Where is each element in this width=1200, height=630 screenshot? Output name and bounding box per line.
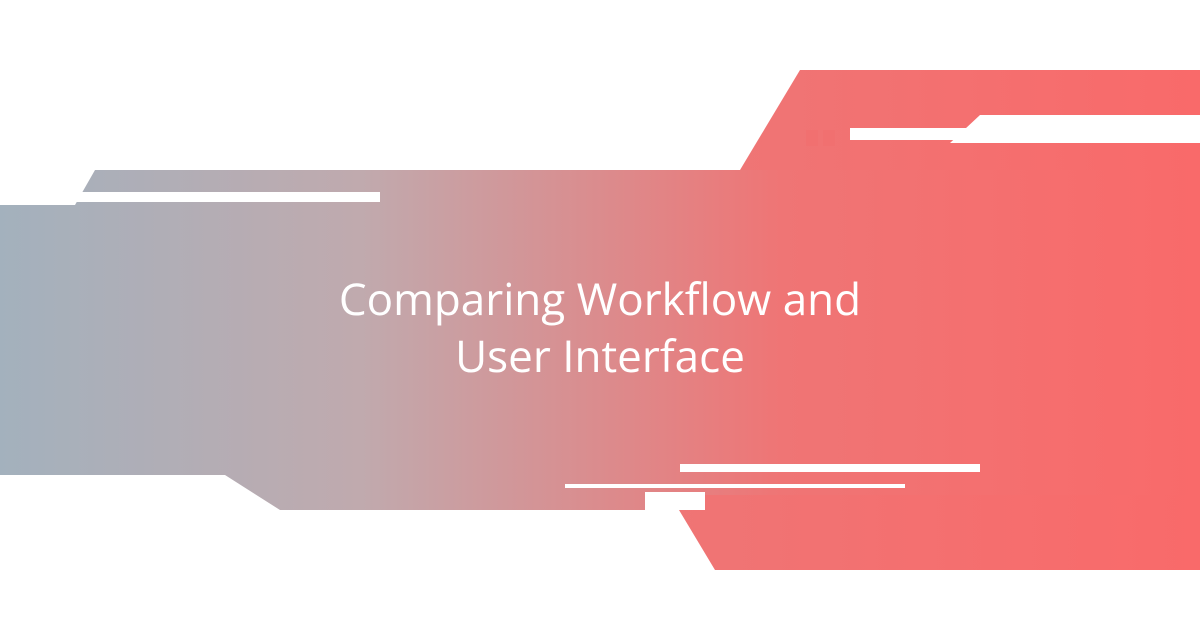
decorative-bar bbox=[680, 464, 980, 472]
decorative-shape-bottom-right bbox=[670, 495, 1200, 570]
banner: Comparing Workflow and User Interface bbox=[0, 0, 1200, 630]
decorative-dash bbox=[806, 130, 818, 146]
title-line-2: User Interface bbox=[455, 325, 745, 385]
title-line-1: Comparing Workflow and bbox=[339, 268, 861, 328]
decorative-cut bbox=[950, 115, 1200, 143]
decorative-accent bbox=[850, 128, 980, 140]
decorative-bar bbox=[565, 484, 905, 488]
decorative-dash bbox=[823, 130, 835, 146]
decorative-cut bbox=[645, 492, 705, 510]
banner-title: Comparing Workflow and User Interface bbox=[0, 270, 1200, 384]
decorative-bar bbox=[0, 192, 380, 202]
